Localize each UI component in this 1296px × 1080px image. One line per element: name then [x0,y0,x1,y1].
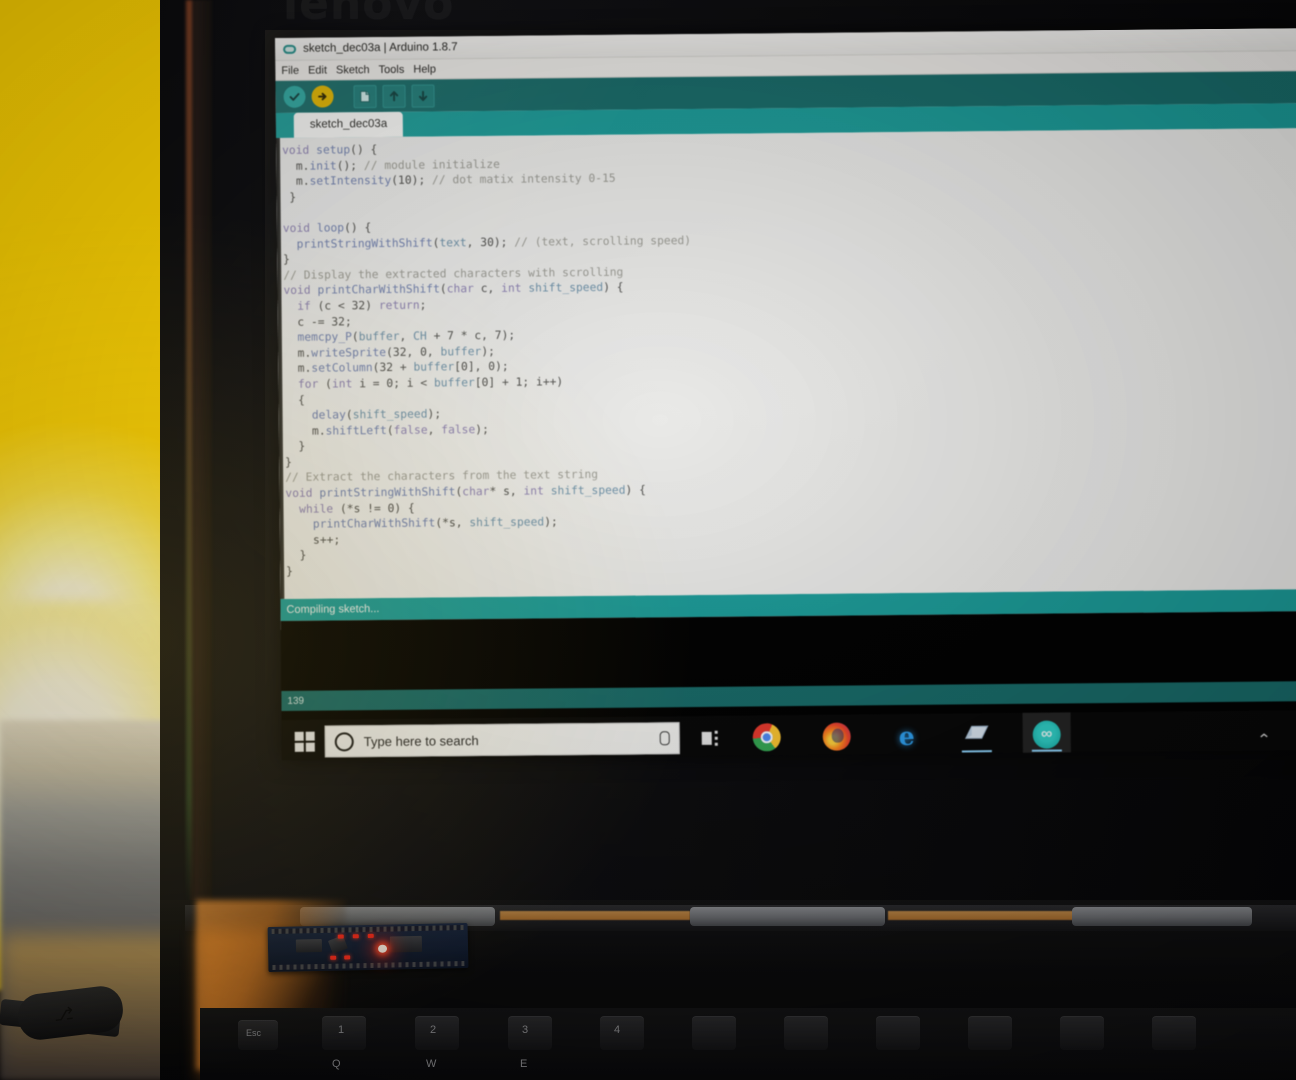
menu-item-sketch[interactable]: Sketch [336,64,370,76]
keyboard-key [1152,1016,1196,1050]
console-output [280,611,1296,691]
taskbar-app-area: e [701,712,1071,760]
task-view-icon[interactable] [701,730,721,746]
taskbar-explorer[interactable] [953,713,1001,757]
taskbar-firefox[interactable] [813,714,861,758]
lenovo-brand-logo: lenovo [283,0,455,29]
running-indicator [961,750,992,753]
arrow-down-icon [418,90,428,101]
windows-logo-pane [305,742,315,752]
tab-sketch-dec03a[interactable]: sketch_dec03a [293,111,404,138]
board-chip [295,938,323,953]
key-label: 4 [614,1024,621,1036]
windows-logo-pane [305,731,315,741]
running-indicator [1031,749,1062,752]
red-power-led [344,955,351,960]
key-label: E [520,1058,528,1070]
key-label: W [426,1058,437,1070]
arduino-icon [1032,720,1061,749]
arduino-nano-board [267,922,469,973]
open-sketch-button[interactable] [382,84,406,108]
arrow-up-icon [389,90,399,101]
red-power-led [330,955,337,960]
key-label: 2 [430,1024,437,1036]
keyboard-key [415,1016,459,1050]
save-sketch-button[interactable] [411,83,435,108]
pin-header-top [271,924,464,935]
arduino-infinity-icon [283,44,297,54]
laptop-keyboard: Esc 1 2 3 4 Q W E [200,1008,1296,1080]
board-ic [389,935,423,953]
keyboard-key [508,1016,552,1050]
keyboard-key [876,1016,920,1050]
windows-logo-pane [294,731,304,741]
red-power-led [377,944,388,953]
edge-icon: e [898,721,915,751]
photo-scene: lenovo sketch_dec03a | Arduino 1.8.7 Fil… [0,0,1296,1080]
code-editor[interactable]: void setup() { m.init(); // module initi… [275,128,1296,599]
keyboard-key [968,1016,1012,1050]
taskbar-edge[interactable]: e [883,714,931,758]
windows-logo-icon[interactable] [294,731,315,752]
hinge-vent [500,911,690,920]
red-power-led [337,934,344,939]
arduino-ide-window: sketch_dec03a | Arduino 1.8.7 File Edit … [275,28,1296,711]
taskbar-search-box[interactable]: Type here to search [324,722,680,758]
chevron-up-icon[interactable]: ⌃ [1257,730,1272,748]
keyboard-key [784,1016,828,1050]
folder-icon [963,721,991,749]
taskbar-arduino[interactable] [1022,712,1071,757]
key-label: 3 [522,1024,529,1036]
arrow-right-icon [318,92,327,101]
verify-button[interactable] [283,85,306,108]
red-power-led [352,934,359,939]
key-label: Esc [246,1028,262,1038]
keyboard-key [1060,1016,1104,1050]
key-label: 1 [338,1024,345,1036]
windows-logo-pane [294,742,304,752]
red-power-led [367,933,374,939]
keyboard-key [692,1016,736,1050]
hinge-vent [888,911,1073,920]
taskbar-chrome[interactable] [743,715,791,759]
search-placeholder: Type here to search [363,732,479,749]
new-sketch-button[interactable] [353,84,377,108]
document-icon [360,90,370,102]
menu-item-tools[interactable]: Tools [379,63,405,75]
hinge-segment [1072,907,1252,926]
search-circle-icon [334,731,354,751]
menu-item-edit[interactable]: Edit [308,64,327,76]
menu-item-file[interactable]: File [281,64,299,76]
laptop-lid-edge-highlight [186,0,192,905]
window-title: sketch_dec03a | Arduino 1.8.7 [303,41,458,55]
laptop-screen: sketch_dec03a | Arduino 1.8.7 File Edit … [275,28,1296,760]
hinge-segment [690,907,885,926]
chrome-icon [752,723,781,752]
menu-item-help[interactable]: Help [413,63,436,75]
microphone-icon[interactable] [659,731,670,746]
upload-button[interactable] [311,85,334,108]
laptop-lid-edge [190,0,212,920]
firefox-icon [822,722,851,751]
keyboard-key [600,1016,644,1050]
code-text: void setup() { m.init(); // module initi… [282,143,692,578]
check-icon [289,93,300,101]
line-indicator: 139 [287,695,305,707]
key-label: Q [332,1058,341,1070]
usb-symbol-icon: ⎇ [52,1003,75,1026]
